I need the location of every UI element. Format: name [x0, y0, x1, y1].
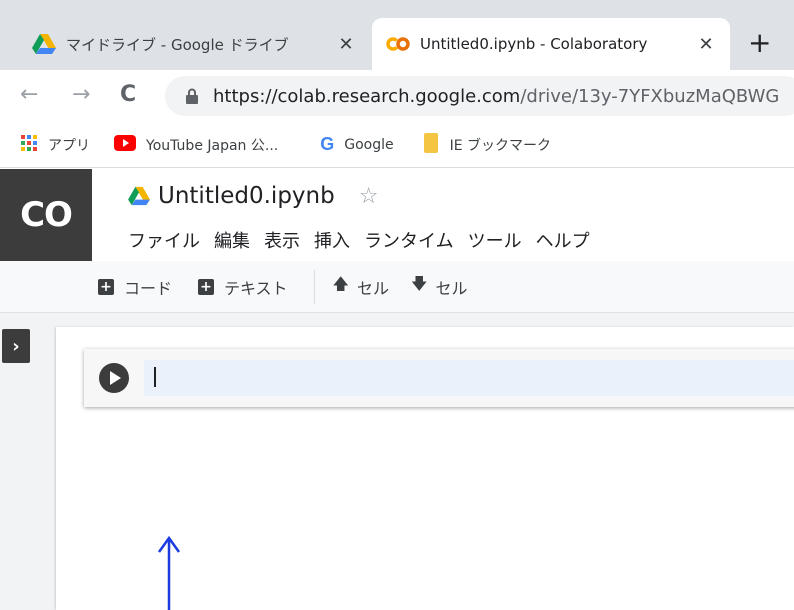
google-icon: G: [320, 134, 335, 154]
notebook-title-row: Untitled0.ipynb ☆: [128, 183, 378, 209]
bookmark-label: アプリ: [48, 137, 90, 154]
bookmark-apps[interactable]: アプリ: [20, 134, 90, 156]
code-cell-input[interactable]: [144, 360, 794, 396]
browser-navigation-bar: ← → C https://colab.research.google.com …: [0, 70, 794, 122]
google-drive-icon: [128, 186, 150, 206]
notebook-toolbar: + コード + テキスト 🡅 セル 🡇 セル: [0, 261, 794, 313]
address-bar[interactable]: https://colab.research.google.com /drive…: [165, 76, 794, 116]
url-host: https://colab.research.google.com: [213, 85, 521, 107]
back-arrow-icon[interactable]: ←: [20, 80, 38, 110]
tab-title: Untitled0.ipynb - Colaboratory: [420, 35, 648, 53]
bookmark-label: IE ブックマーク: [449, 137, 552, 154]
plus-icon: +: [198, 278, 215, 295]
menu-edit[interactable]: 編集: [214, 227, 250, 253]
bookmark-youtube[interactable]: YouTube Japan 公...: [114, 134, 279, 155]
menu-file[interactable]: ファイル: [128, 227, 200, 253]
tab-title: マイドライブ - Google ドライブ: [66, 35, 289, 54]
sidebar-toggle-button[interactable]: ›: [2, 329, 30, 363]
run-cell-button[interactable]: [84, 349, 144, 407]
browser-tab-strip: マイドライブ - Google ドライブ ✕ Untitled0.ipynb -…: [0, 0, 794, 70]
menu-runtime[interactable]: ランタイム: [364, 227, 454, 253]
colab-logo[interactable]: CO: [0, 169, 92, 261]
arrow-up-icon: 🡅: [332, 274, 349, 293]
add-code-button[interactable]: + コード: [98, 275, 172, 299]
add-code-label: コード: [124, 278, 173, 298]
colab-logo-icon: [386, 33, 410, 55]
tab-colab-notebook[interactable]: Untitled0.ipynb - Colaboratory ✕: [372, 18, 730, 70]
bookmark-label: YouTube Japan 公...: [146, 137, 279, 154]
move-cell-up-button[interactable]: 🡅 セル: [333, 273, 389, 300]
add-text-label: テキスト: [224, 278, 288, 298]
close-icon[interactable]: ✕: [692, 34, 720, 55]
add-text-button[interactable]: + テキスト: [198, 275, 288, 299]
google-drive-icon: [32, 33, 56, 55]
close-icon[interactable]: ✕: [332, 34, 360, 55]
menu-view[interactable]: 表示: [264, 227, 300, 253]
menu-tools[interactable]: ツール: [468, 227, 522, 253]
bookmark-ie-folder[interactable]: IE ブックマーク: [422, 132, 551, 158]
notebook-main-area: ›: [0, 313, 794, 610]
menu-bar: ファイル 編集 表示 挿入 ランタイム ツール ヘルプ: [128, 227, 604, 253]
code-cell[interactable]: [84, 349, 794, 407]
reload-icon[interactable]: C: [120, 80, 136, 110]
forward-arrow-icon[interactable]: →: [72, 80, 90, 110]
star-icon[interactable]: ☆: [359, 184, 379, 209]
new-tab-button[interactable]: +: [748, 26, 771, 60]
bookmark-google[interactable]: G Google: [320, 134, 393, 155]
annotation-up-arrow-icon: [157, 535, 181, 610]
cell-up-label: セル: [357, 278, 390, 298]
lock-icon: [185, 88, 199, 104]
plus-icon: +: [98, 278, 114, 295]
bookmark-label: Google: [344, 136, 394, 153]
menu-insert[interactable]: 挿入: [314, 227, 350, 253]
move-cell-down-button[interactable]: 🡇 セル: [411, 273, 467, 300]
toolbar-divider: [313, 269, 315, 304]
notebook-title[interactable]: Untitled0.ipynb: [158, 183, 335, 209]
text-caret: [154, 367, 156, 387]
colab-header: CO Untitled0.ipynb ☆ ファイル 編集 表示 挿入 ランタイム…: [0, 169, 794, 261]
folder-icon: [422, 132, 440, 158]
play-icon: [99, 363, 129, 393]
url-path: /drive/13y-7YFXbuzMaQBWG: [520, 85, 780, 107]
bookmarks-bar: アプリ YouTube Japan 公... G Google IE ブックマー…: [0, 122, 794, 168]
menu-help[interactable]: ヘルプ: [536, 227, 590, 253]
youtube-icon: [114, 134, 136, 155]
apps-grid-icon: [20, 134, 38, 156]
cell-down-label: セル: [435, 278, 468, 298]
arrow-down-icon: 🡇: [411, 274, 428, 293]
tab-google-drive[interactable]: マイドライブ - Google ドライブ ✕: [18, 18, 370, 70]
